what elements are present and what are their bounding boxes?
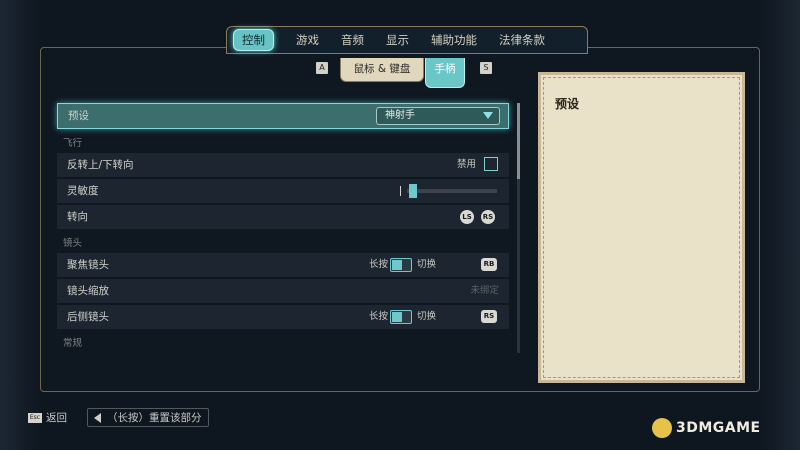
focus-camera-label: 聚焦镜头 — [67, 259, 109, 271]
watermark: 3DMGAME — [676, 420, 761, 436]
section-flight: 飞行 — [63, 138, 83, 149]
tab-accessibility[interactable]: 辅助功能 — [431, 32, 477, 48]
subtab-gamepad-label: 手柄 — [434, 63, 456, 75]
preset-dropdown[interactable]: 神射手 — [376, 107, 500, 125]
camera-zoom-row[interactable]: 镜头缩放 未绑定 — [57, 279, 509, 303]
rear-toggle-label: 切换 — [417, 311, 437, 322]
back-button[interactable]: 返回 — [46, 410, 67, 425]
rs-button-icon: RS — [481, 310, 497, 323]
tab-legal[interactable]: 法律条款 — [499, 32, 545, 48]
info-panel: 预设 — [538, 72, 745, 383]
rear-hold-label: 长按 — [369, 311, 389, 322]
top-tab-bar: 控制 游戏 音频 显示 辅助功能 法律条款 — [226, 26, 588, 54]
invert-value: 禁用 — [457, 159, 477, 170]
sensitivity-slider[interactable] — [407, 189, 497, 193]
background-right — [760, 0, 800, 450]
preset-row[interactable]: 预设 神射手 — [57, 103, 509, 129]
invert-checkbox[interactable] — [484, 157, 498, 171]
bottom-bar: Esc 返回 （长按）重置该部分 — [28, 408, 209, 427]
rear-camera-row[interactable]: 后侧镜头 长按 切换 RS — [57, 305, 509, 329]
section-camera: 镜头 — [63, 238, 83, 249]
reset-section-button[interactable]: （长按）重置该部分 — [87, 408, 209, 427]
left-stick-icon: LS — [460, 210, 474, 224]
invert-row[interactable]: 反转上/下转向 禁用 — [57, 153, 509, 177]
subtab-next-key-icon: S — [480, 62, 492, 74]
camera-zoom-value: 未绑定 — [470, 285, 499, 296]
settings-scrollbar-thumb[interactable] — [517, 103, 520, 179]
background-left — [0, 0, 40, 450]
watermark-logo-icon — [652, 418, 672, 438]
section-general: 常规 — [63, 338, 83, 349]
chevron-down-icon — [483, 112, 493, 119]
invert-label: 反转上/下转向 — [67, 159, 134, 171]
sensitivity-row[interactable]: 灵敏度 — [57, 179, 509, 203]
preset-label: 预设 — [68, 110, 89, 122]
right-stick-icon: RS — [481, 210, 495, 224]
focus-camera-toggle[interactable] — [390, 258, 412, 272]
focus-toggle-label: 切换 — [417, 259, 437, 270]
settings-list: 预设 神射手 飞行 反转上/下转向 禁用 灵敏度 转向 LS RS 镜头 聚焦镜… — [57, 103, 509, 353]
left-arrow-icon — [94, 412, 101, 423]
focus-hold-label: 长按 — [369, 259, 389, 270]
sensitivity-label: 灵敏度 — [67, 185, 99, 197]
turn-row[interactable]: 转向 LS RS — [57, 205, 509, 229]
preset-value: 神射手 — [385, 110, 415, 121]
rear-camera-toggle[interactable] — [390, 310, 412, 324]
subtab-prev-key-icon: A — [316, 62, 328, 74]
reset-section-label: （长按）重置该部分 — [107, 412, 202, 424]
esc-key-icon: Esc — [28, 412, 42, 423]
slider-tick — [400, 186, 401, 196]
rear-camera-label: 后侧镜头 — [67, 311, 109, 323]
focus-camera-row[interactable]: 聚焦镜头 长按 切换 RB — [57, 253, 509, 277]
rb-button-icon: RB — [481, 258, 497, 271]
tab-audio[interactable]: 音频 — [341, 32, 364, 48]
tab-display[interactable]: 显示 — [386, 32, 409, 48]
info-panel-title: 预设 — [555, 97, 580, 111]
sensitivity-slider-handle[interactable] — [409, 184, 417, 198]
tab-game[interactable]: 游戏 — [296, 32, 319, 48]
subtab-mouse-keyboard[interactable]: 鼠标 & 键盘 — [340, 58, 424, 82]
turn-label: 转向 — [67, 211, 88, 223]
tab-controls[interactable]: 控制 — [233, 29, 274, 51]
subtab-gamepad[interactable]: 手柄 — [425, 58, 465, 88]
camera-zoom-label: 镜头缩放 — [67, 285, 109, 297]
